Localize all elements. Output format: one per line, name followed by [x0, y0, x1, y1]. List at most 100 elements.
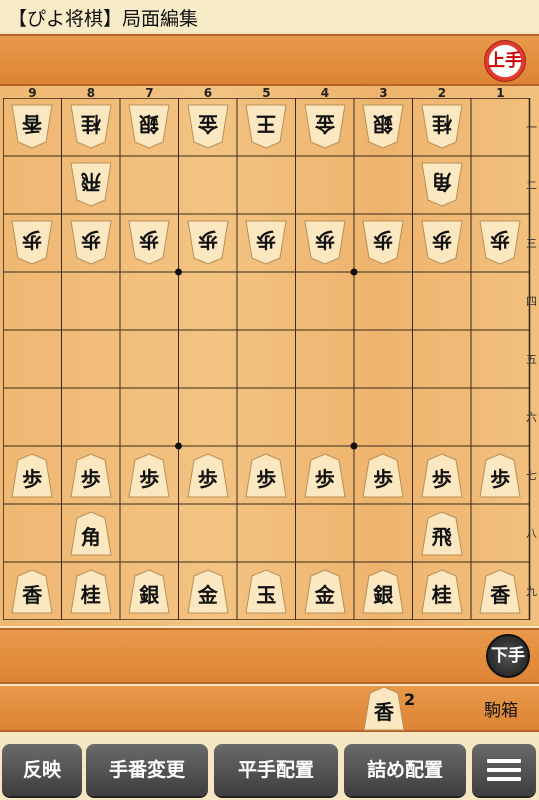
piece-label: 金 — [197, 112, 218, 136]
change-turn-button[interactable]: 手番変更 — [86, 744, 208, 796]
tsume-layout-button[interactable]: 詰め配置 — [344, 744, 466, 796]
shogi-board[interactable]: 987654321一二三四五六七八九 香桂銀金王金銀桂飛角歩歩歩歩歩歩歩歩歩歩歩… — [0, 86, 539, 626]
gote-turn-badge[interactable]: 上手 — [484, 40, 526, 82]
row-label: 三 — [526, 237, 537, 250]
gote-piece[interactable]: 歩 — [67, 219, 115, 267]
piece-box-count: 2 — [404, 690, 416, 709]
piece-label: 歩 — [80, 228, 101, 252]
gote-piece[interactable]: 王 — [242, 103, 290, 151]
row-label: 二 — [526, 179, 537, 192]
row-label: 四 — [526, 295, 537, 308]
column-label: 2 — [437, 86, 447, 100]
gote-piece[interactable]: 歩 — [418, 219, 466, 267]
piece-label: 歩 — [490, 228, 511, 252]
hirate-layout-button[interactable]: 平手配置 — [214, 744, 338, 796]
sente-piece[interactable]: 歩 — [418, 451, 466, 499]
column-label: 4 — [320, 86, 330, 100]
gote-piece-stand[interactable] — [0, 34, 539, 86]
piece-label: 歩 — [256, 228, 277, 252]
piece-label: 銀 — [139, 112, 160, 136]
sente-piece[interactable]: 角 — [67, 509, 115, 557]
gote-piece[interactable]: 歩 — [359, 219, 407, 267]
sente-piece[interactable]: 桂 — [67, 567, 115, 615]
sente-piece[interactable]: 金 — [184, 567, 232, 615]
sente-turn-badge[interactable]: 下手 — [486, 634, 530, 678]
piece-label: 歩 — [256, 467, 277, 491]
sente-piece[interactable]: 香 — [476, 567, 524, 615]
piece-label: 角 — [80, 525, 101, 549]
sente-piece[interactable]: 桂 — [418, 567, 466, 615]
app-title: 【ぴよ将棋】局面編集 — [8, 8, 199, 30]
sente-piece[interactable]: 銀 — [359, 567, 407, 615]
sente-piece[interactable]: 歩 — [125, 451, 173, 499]
gote-piece[interactable]: 歩 — [301, 219, 349, 267]
piece-label: 銀 — [139, 583, 160, 607]
piece-label: 角 — [431, 170, 452, 194]
column-label: 3 — [379, 86, 388, 100]
column-label: 8 — [86, 86, 96, 100]
sente-piece[interactable]: 歩 — [476, 451, 524, 499]
piece-label: 香 — [22, 583, 43, 607]
piece-label: 歩 — [490, 467, 511, 491]
gote-piece[interactable]: 銀 — [359, 103, 407, 151]
sente-piece[interactable]: 銀 — [125, 567, 173, 615]
menu-button[interactable] — [472, 744, 536, 796]
piece-label: 飛 — [431, 525, 452, 549]
piece-label: 歩 — [22, 467, 43, 491]
gote-piece[interactable]: 桂 — [418, 103, 466, 151]
gote-piece[interactable]: 金 — [301, 103, 349, 151]
row-label: 九 — [526, 585, 537, 598]
sente-piece[interactable]: 歩 — [242, 451, 290, 499]
gote-piece[interactable]: 飛 — [67, 161, 115, 209]
row-label: 八 — [526, 527, 537, 540]
piece-label: 金 — [314, 583, 335, 607]
gote-piece[interactable]: 歩 — [476, 219, 524, 267]
piece-label: 歩 — [373, 228, 394, 252]
star-point — [350, 268, 358, 276]
gote-piece[interactable]: 香 — [8, 103, 56, 151]
column-label: 5 — [262, 86, 271, 100]
reflect-button[interactable]: 反映 — [2, 744, 82, 796]
piece-label: 金 — [314, 112, 335, 136]
row-label: 一 — [526, 121, 537, 134]
piece-label: 香 — [22, 112, 43, 136]
gote-piece[interactable]: 歩 — [125, 219, 173, 267]
piece-label: 銀 — [373, 583, 394, 607]
piece-label: 歩 — [197, 467, 218, 491]
piece-label: 歩 — [22, 228, 43, 252]
gote-piece[interactable]: 金 — [184, 103, 232, 151]
gote-piece[interactable]: 桂 — [67, 103, 115, 151]
gote-piece[interactable]: 銀 — [125, 103, 173, 151]
piece-label: 桂 — [431, 112, 452, 136]
sente-piece[interactable]: 香 — [8, 567, 56, 615]
piece-label: 歩 — [373, 467, 394, 491]
row-label: 六 — [526, 411, 537, 424]
star-point — [175, 268, 182, 276]
piece-label: 歩 — [431, 228, 452, 252]
piece-label: 歩 — [314, 467, 335, 491]
sente-piece[interactable]: 金 — [301, 567, 349, 615]
title-bar: 【ぴよ将棋】局面編集 — [0, 0, 539, 32]
sente-piece[interactable]: 歩 — [8, 451, 56, 499]
sente-piece[interactable]: 飛 — [418, 509, 466, 557]
gote-piece[interactable]: 歩 — [184, 219, 232, 267]
piece-label: 桂 — [80, 112, 101, 136]
sente-piece[interactable]: 歩 — [184, 451, 232, 499]
sente-piece[interactable]: 歩 — [359, 451, 407, 499]
gote-piece[interactable]: 角 — [418, 161, 466, 209]
piece-label: 歩 — [139, 228, 160, 252]
piece-label: 桂 — [80, 583, 101, 607]
piece-box-lance[interactable]: 香 — [360, 684, 408, 732]
sente-piece[interactable]: 玉 — [242, 567, 290, 615]
sente-piece[interactable]: 歩 — [301, 451, 349, 499]
piece-label: 歩 — [197, 228, 218, 252]
sente-piece[interactable]: 歩 — [67, 451, 115, 499]
gote-piece[interactable]: 歩 — [8, 219, 56, 267]
column-label: 9 — [28, 86, 37, 100]
piece-label: 銀 — [373, 112, 394, 136]
piece-box[interactable]: 香 — [0, 686, 539, 732]
sente-piece-stand[interactable] — [0, 628, 539, 684]
piece-label: 王 — [256, 112, 277, 136]
piece-box-label: 駒箱 — [484, 701, 518, 721]
gote-piece[interactable]: 歩 — [242, 219, 290, 267]
